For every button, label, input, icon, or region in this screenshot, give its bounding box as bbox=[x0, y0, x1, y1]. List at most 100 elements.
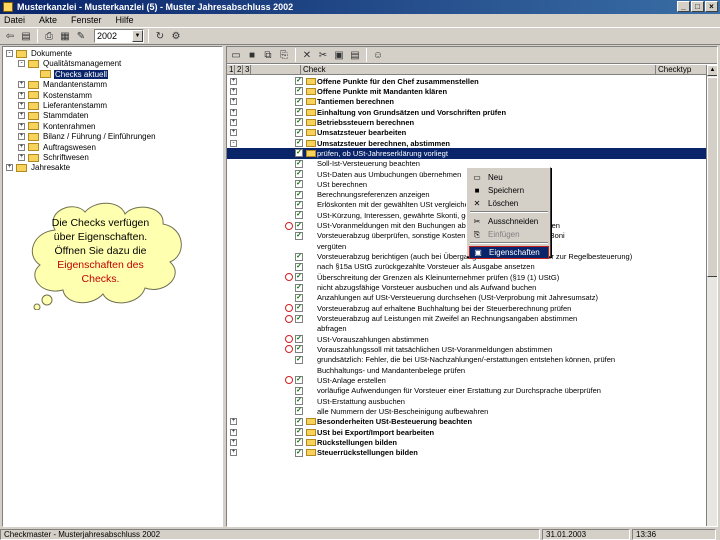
check-row[interactable]: + ✓ Einhaltung von Grundsätzen und Vorschr… bbox=[227, 107, 707, 117]
context-menu-item-eigenschaften[interactable]: ▣ Eigenschaften bbox=[469, 246, 549, 259]
expand-icon[interactable]: + bbox=[230, 87, 237, 95]
maximize-button[interactable]: □ bbox=[691, 1, 704, 12]
row-checkbox[interactable]: ✓ bbox=[295, 87, 303, 96]
check-row[interactable]: + ✓ Betriebssteuern berechnen bbox=[227, 117, 707, 127]
check-row[interactable]: abfragen bbox=[227, 324, 707, 334]
row-checkbox[interactable]: ✓ bbox=[295, 417, 303, 426]
expand-icon[interactable]: + bbox=[6, 164, 13, 172]
row-checkbox[interactable]: ✓ bbox=[295, 231, 303, 240]
context-menu-item-ausschneiden[interactable]: ✂ Ausschneiden bbox=[469, 215, 549, 228]
check-row[interactable]: ✓ Überschreitung der Grenzen als Kleinunt… bbox=[227, 272, 707, 282]
check-row[interactable]: ✓ Anzahlungen auf USt-Versteuerung durchs… bbox=[227, 293, 707, 303]
check-row[interactable]: ✓ USt-Erstattung ausbuchen bbox=[227, 396, 707, 406]
expand-icon[interactable]: + bbox=[230, 98, 237, 106]
row-checkbox[interactable]: ✓ bbox=[295, 97, 303, 106]
check-row[interactable]: ✓ nicht abzugsfähige Vorsteuer ausbuchen … bbox=[227, 282, 707, 292]
menu-akte[interactable]: Akte bbox=[39, 15, 57, 25]
collapse-icon[interactable]: - bbox=[230, 139, 237, 147]
row-checkbox[interactable]: ✓ bbox=[295, 448, 303, 457]
check-row[interactable]: - ✓ Umsatzsteuer berechnen, abstimmen bbox=[227, 138, 707, 148]
check-row[interactable]: ✓ Vorauszahlungssoll mit tatsächlichen US… bbox=[227, 344, 707, 354]
expand-icon[interactable]: + bbox=[18, 133, 25, 141]
tree-item[interactable]: Checks aktuell bbox=[30, 69, 109, 79]
check-row[interactable]: + ✓ Umsatzsteuer bearbeiten bbox=[227, 128, 707, 138]
col-2[interactable]: 2 bbox=[235, 65, 243, 74]
row-checkbox[interactable]: ✓ bbox=[295, 118, 303, 127]
expand-icon[interactable]: + bbox=[230, 428, 237, 436]
collapse-icon[interactable]: - bbox=[18, 60, 25, 68]
check-row[interactable]: + ✓ Offene Punkte mit Mandanten klären bbox=[227, 86, 707, 96]
row-checkbox[interactable]: ✓ bbox=[295, 108, 303, 117]
tree-item[interactable]: + Kostenstamm bbox=[18, 91, 93, 100]
row-checkbox[interactable]: ✓ bbox=[295, 355, 303, 364]
col-1[interactable]: 1 bbox=[227, 65, 235, 74]
menu-fenster[interactable]: Fenster bbox=[71, 15, 102, 25]
row-checkbox[interactable]: ✓ bbox=[295, 407, 303, 416]
expand-icon[interactable]: + bbox=[230, 449, 237, 457]
tree-item[interactable]: - Dokumente bbox=[6, 49, 73, 58]
up-folder-icon[interactable]: ▤ bbox=[19, 29, 33, 43]
expand-icon[interactable]: + bbox=[18, 91, 25, 99]
check-row[interactable]: Buchhaltungs- und Mandantenbelege prüfen bbox=[227, 365, 707, 375]
check-row[interactable]: + ✓ Offene Punkte für den Chef zusammenste… bbox=[227, 76, 707, 86]
check-row[interactable]: ✓ Vorsteuerabzug auf erhaltene Buchhaltun… bbox=[227, 303, 707, 313]
row-checkbox[interactable]: ✓ bbox=[295, 128, 303, 137]
context-menu-item-speichern[interactable]: ■ Speichern bbox=[469, 184, 549, 197]
row-checkbox[interactable]: ✓ bbox=[295, 345, 303, 354]
context-menu-item-neu[interactable]: ▭ Neu bbox=[469, 171, 549, 184]
check-row[interactable]: + ✓ Steuerrückstellungen bilden bbox=[227, 448, 707, 458]
check-row[interactable]: ✓ grundsätzlich: Fehler, die bei USt-Nach… bbox=[227, 355, 707, 365]
tree-item[interactable]: + Kontenrahmen bbox=[18, 122, 96, 131]
check-row[interactable]: + ✓ Tantiemen berechnen bbox=[227, 97, 707, 107]
row-checkbox[interactable]: ✓ bbox=[295, 252, 303, 261]
save-icon[interactable]: ■ bbox=[245, 48, 259, 62]
expand-icon[interactable]: + bbox=[230, 438, 237, 446]
tree-item[interactable]: + Lieferantenstamm bbox=[18, 101, 108, 110]
menu-datei[interactable]: Datei bbox=[4, 15, 25, 25]
context-menu-item-einfügen[interactable]: ⎘ Einfügen bbox=[469, 228, 549, 241]
tree-item[interactable]: + Auftragswesen bbox=[18, 143, 97, 152]
row-checkbox[interactable]: ✓ bbox=[295, 262, 303, 271]
scroll-up-icon[interactable]: ▲ bbox=[707, 65, 717, 76]
row-checkbox[interactable]: ✓ bbox=[295, 170, 303, 179]
expand-icon[interactable]: + bbox=[18, 143, 25, 151]
row-checkbox[interactable]: ✓ bbox=[295, 376, 303, 385]
row-checkbox[interactable]: ✓ bbox=[295, 304, 303, 313]
row-checkbox[interactable]: ✓ bbox=[295, 386, 303, 395]
row-checkbox[interactable]: ✓ bbox=[295, 211, 303, 220]
col-checktyp[interactable]: Checktyp bbox=[656, 65, 706, 74]
cut-icon[interactable]: ✂ bbox=[316, 48, 330, 62]
expand-icon[interactable]: + bbox=[18, 81, 25, 89]
row-checkbox[interactable]: ✓ bbox=[295, 200, 303, 209]
row-checkbox[interactable]: ✓ bbox=[295, 221, 303, 230]
expand-icon[interactable]: + bbox=[230, 129, 237, 137]
new-check-icon[interactable]: ▭ bbox=[229, 48, 243, 62]
tree-item[interactable]: + Stammdaten bbox=[18, 111, 89, 120]
details-icon[interactable]: ▤ bbox=[348, 48, 362, 62]
expand-icon[interactable]: + bbox=[18, 122, 25, 130]
col-3[interactable]: 3 bbox=[243, 65, 251, 74]
row-checkbox[interactable]: ✓ bbox=[295, 273, 303, 282]
refresh-icon[interactable]: ↻ bbox=[153, 29, 167, 43]
row-checkbox[interactable]: ✓ bbox=[295, 139, 303, 148]
edit-icon[interactable]: ✎ bbox=[74, 29, 88, 43]
minimize-button[interactable]: _ bbox=[677, 1, 690, 12]
expand-icon[interactable]: + bbox=[230, 108, 237, 116]
check-row[interactable]: ✓ nach §15a UStG zurückgezahlte Vorsteuer… bbox=[227, 262, 707, 272]
scroll-thumb[interactable] bbox=[707, 77, 717, 277]
chevron-down-icon[interactable]: ▼ bbox=[132, 30, 143, 42]
expand-icon[interactable]: + bbox=[230, 118, 237, 126]
close-button[interactable]: × bbox=[705, 1, 718, 12]
check-row[interactable]: ✓ alle Nummern der USt-Bescheinigung aufb… bbox=[227, 406, 707, 416]
row-checkbox[interactable]: ✓ bbox=[295, 149, 303, 158]
row-checkbox[interactable]: ✓ bbox=[295, 180, 303, 189]
check-row[interactable]: ✓ prüfen, ob USt-Jahreserklärung vorliegt bbox=[227, 148, 707, 159]
row-checkbox[interactable]: ✓ bbox=[295, 335, 303, 344]
col-blank[interactable] bbox=[251, 65, 301, 74]
row-checkbox[interactable]: ✓ bbox=[295, 428, 303, 437]
row-checkbox[interactable]: ✓ bbox=[295, 77, 303, 86]
delete-icon[interactable]: ✕ bbox=[300, 48, 314, 62]
row-checkbox[interactable]: ✓ bbox=[295, 314, 303, 323]
expand-icon[interactable]: + bbox=[230, 418, 237, 426]
row-checkbox[interactable]: ✓ bbox=[295, 397, 303, 406]
